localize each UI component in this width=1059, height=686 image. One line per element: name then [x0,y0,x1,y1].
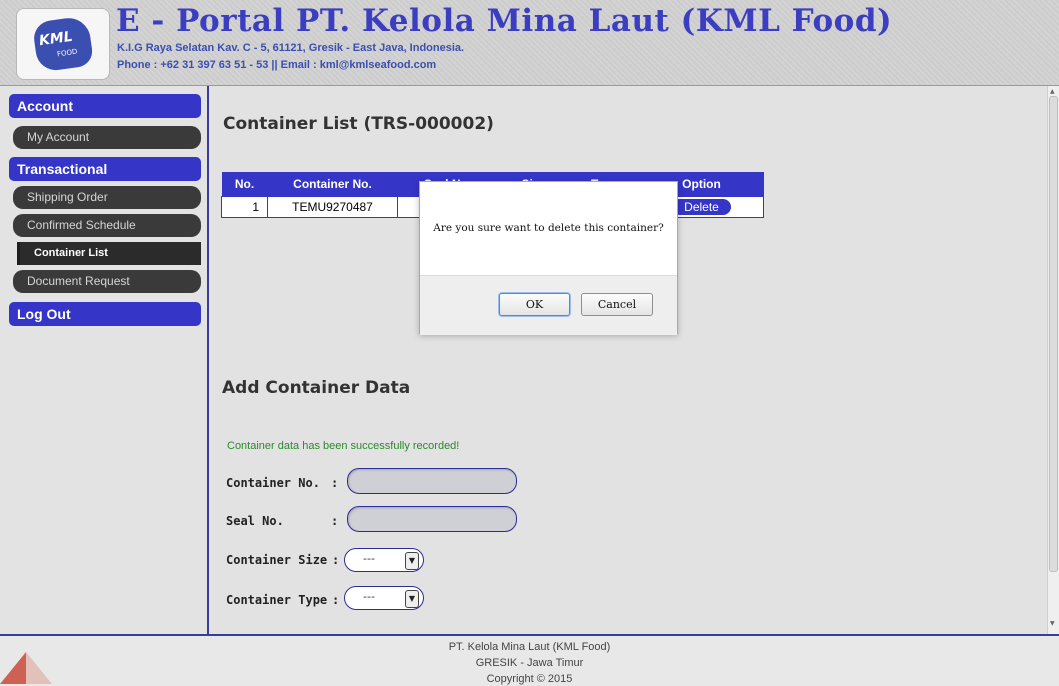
watermark-shape-light [26,652,52,684]
site-address: K.I.G Raya Selatan Kav. C - 5, 61121, Gr… [117,42,465,54]
container-no-colon: : [331,476,339,490]
container-type-value: --- [363,590,375,603]
container-no-input[interactable] [347,468,517,494]
container-type-label: Container Type [226,593,328,607]
sidebar: Account My Account Transactional Shippin… [0,86,207,634]
footer-company: PT. Kelola Mina Laut (KML Food) [448,641,611,653]
page-title: Container List (TRS-000002) [223,114,494,134]
container-type-select[interactable]: --- ▼ [344,586,424,610]
site-footer: PT. Kelola Mina Laut (KML Food) GRESIK -… [0,634,1059,686]
success-message: Container data has been successfully rec… [227,440,460,452]
scrollbar-thumb[interactable] [1049,96,1058,572]
chevron-down-icon[interactable]: ▼ [405,590,419,608]
sidebar-heading-account: Account [9,94,201,118]
add-container-title: Add Container Data [222,378,411,398]
confirm-delete-dialog: Are you sure want to delete this contain… [419,181,678,335]
seal-no-input[interactable] [347,506,517,532]
sidebar-item-document-request[interactable]: Document Request [13,270,201,293]
container-size-label: Container Size [226,553,328,567]
cancel-button[interactable]: Cancel [581,293,653,316]
cell-container-no: TEMU9270487 [267,196,398,218]
main-content: Container List (TRS-000002) No. Containe… [209,86,1047,634]
footer-copyright: Copyright © 2015 [486,673,573,685]
scroll-down-icon[interactable]: ▼ [1050,620,1055,627]
container-no-label: Container No. [226,476,320,490]
column-header-container-no: Container No. [267,172,398,197]
watermark-shape [0,652,26,684]
site-contact: Phone : +62 31 397 63 51 - 53 || Email :… [117,59,437,71]
site-title: E - Portal PT. Kelola Mina Laut (KML Foo… [116,3,893,39]
footer-location: GRESIK - Jawa Timur [475,657,584,669]
cell-no: 1 [221,196,268,218]
scroll-up-icon[interactable]: ▲ [1050,88,1055,95]
sidebar-heading-transactional: Transactional [9,157,201,181]
sidebar-item-container-list[interactable]: Container List [17,242,201,265]
sidebar-item-logout[interactable]: Log Out [9,302,201,326]
dialog-button-bar: OK Cancel [420,275,677,335]
sidebar-item-confirmed-schedule[interactable]: Confirmed Schedule [13,214,201,237]
delete-button[interactable]: Delete [672,199,731,215]
site-header: KML FOOD E - Portal PT. Kelola Mina Laut… [0,0,1059,86]
container-size-select[interactable]: --- ▼ [344,548,424,572]
sidebar-item-shipping-order[interactable]: Shipping Order [13,186,201,209]
container-size-value: --- [363,552,375,565]
container-type-colon: : [332,593,340,607]
chevron-down-icon[interactable]: ▼ [405,552,419,570]
ok-button[interactable]: OK [499,293,570,316]
dialog-message: Are you sure want to delete this contain… [433,222,664,234]
container-size-colon: : [332,553,340,567]
sidebar-item-my-account[interactable]: My Account [13,126,201,149]
company-logo: KML FOOD [16,8,110,80]
column-header-no: No. [221,172,268,197]
seal-no-label: Seal No. [226,514,284,528]
seal-no-colon: : [331,514,339,528]
vertical-scrollbar[interactable]: ▲ ▼ [1047,86,1059,634]
